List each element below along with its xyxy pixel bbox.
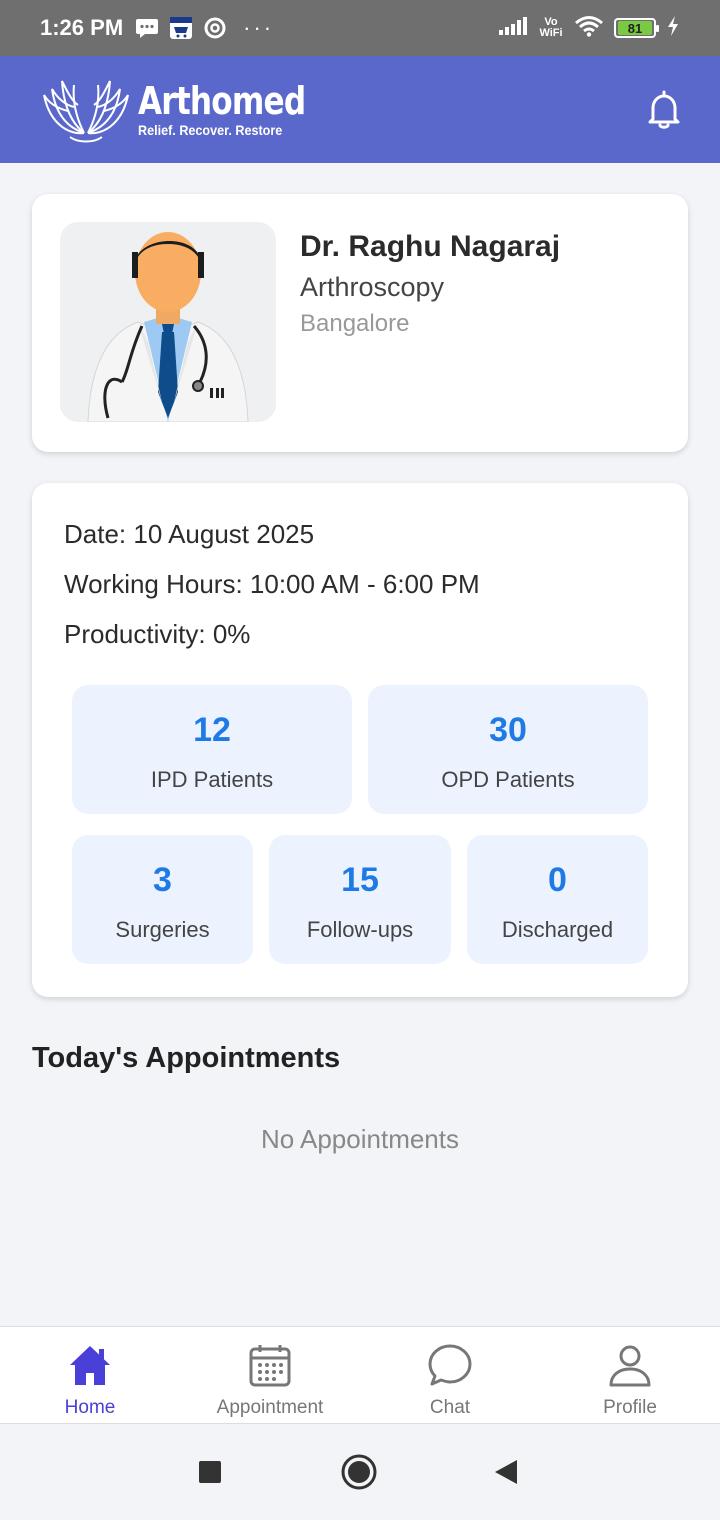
appointments-section-title: Today's Appointments	[32, 1042, 341, 1074]
doctor-city: Bangalore	[300, 310, 410, 337]
no-appointments-message: No Appointments	[260, 1124, 459, 1154]
nav-label: Appointment	[216, 1397, 324, 1418]
stat-tile-discharged[interactable]: 0 Discharged	[467, 835, 648, 964]
stat-tile-opd[interactable]: 30 OPD Patients	[368, 685, 648, 814]
signal-icon	[498, 16, 528, 41]
doctor-name: Dr. Raghu Nagaraj	[300, 230, 561, 263]
profile-icon	[609, 1345, 651, 1387]
stat-label: Discharged	[501, 917, 614, 942]
stat-value: 0	[548, 861, 567, 899]
stat-value: 15	[341, 861, 379, 899]
nav-appointment[interactable]: Appointment	[180, 1327, 360, 1425]
doctor-profile-card[interactable]: Dr. Raghu Nagaraj Arthroscopy Bangalore	[32, 194, 688, 452]
at-icon	[203, 17, 227, 39]
stat-value: 12	[193, 711, 231, 749]
app-header: Arthomed Relief. Recover. Restore	[0, 56, 720, 163]
message-icon	[135, 17, 159, 39]
recent-apps-icon[interactable]	[190, 1452, 230, 1492]
nav-label: Home	[64, 1397, 116, 1418]
stat-tile-surgeries[interactable]: 3 Surgeries	[72, 835, 253, 964]
bottom-navigation: Home Appointment Chat Profile	[0, 1326, 720, 1424]
system-navigation-bar	[0, 1424, 720, 1520]
doctor-avatar	[60, 222, 276, 422]
stat-tile-followups[interactable]: 15 Follow-ups	[269, 835, 451, 964]
summary-productivity: Productivity: 0%	[64, 619, 251, 649]
stat-label: OPD Patients	[441, 767, 575, 792]
brand-tagline: Relief. Recover. Restore	[138, 121, 283, 138]
charging-icon	[666, 15, 680, 42]
battery-level: 81	[618, 21, 652, 36]
stat-value: 3	[153, 861, 172, 899]
brand-name: Arthomed	[138, 78, 306, 123]
nav-label: Profile	[603, 1397, 657, 1418]
stat-label: IPD Patients	[150, 767, 274, 792]
doctor-specialty: Arthroscopy	[300, 272, 445, 302]
wifi-icon	[574, 15, 604, 42]
stat-tile-ipd[interactable]: 12 IPD Patients	[72, 685, 352, 814]
summary-date: Date: 10 August 2025	[64, 519, 315, 549]
home-icon	[70, 1346, 110, 1385]
stat-value: 30	[489, 711, 527, 749]
nav-label: Chat	[429, 1397, 471, 1418]
home-circle-icon[interactable]	[339, 1452, 379, 1492]
nav-profile[interactable]: Profile	[540, 1327, 720, 1425]
more-notifications: ···	[243, 15, 275, 40]
nav-home[interactable]: Home	[0, 1327, 180, 1425]
calendar-icon	[249, 1345, 291, 1387]
battery-indicator: 81	[614, 18, 659, 38]
nav-chat[interactable]: Chat	[360, 1327, 540, 1425]
stat-label: Surgeries	[115, 917, 210, 942]
brand-logo: Arthomed Relief. Recover. Restore	[40, 75, 342, 145]
daily-summary-card: Date: 10 August 2025 Working Hours: 10:0…	[32, 483, 688, 997]
notification-bell-icon[interactable]	[642, 88, 686, 132]
summary-working-hours: Working Hours: 10:00 AM - 6:00 PM	[64, 569, 480, 599]
wings-logo-icon	[43, 80, 129, 142]
status-time: 1:26 PM	[40, 15, 124, 40]
back-icon[interactable]	[486, 1452, 526, 1492]
vowifi-icon: Vo WiFi	[539, 16, 563, 39]
stat-label: Follow-ups	[306, 917, 414, 942]
status-bar: 1:26 PM ··· Vo WiFi 81	[0, 0, 720, 56]
chat-icon	[428, 1344, 472, 1386]
amazon-icon	[169, 17, 193, 39]
